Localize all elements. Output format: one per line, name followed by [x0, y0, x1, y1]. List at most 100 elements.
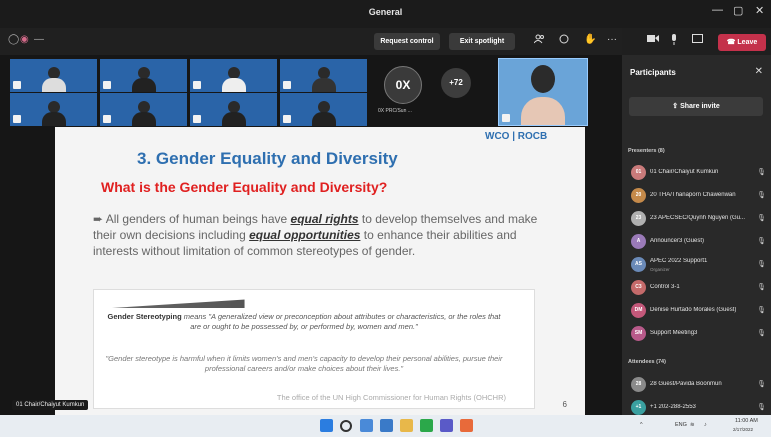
search-icon[interactable]: [340, 420, 352, 432]
video-tile[interactable]: [100, 93, 187, 126]
camera-icon[interactable]: [647, 34, 659, 46]
raise-hand-icon[interactable]: ✋: [584, 34, 596, 45]
body-text-1: All genders of human beings have: [105, 212, 291, 226]
clock-date[interactable]: 2/17/2022: [733, 427, 753, 432]
participant-body: [41, 112, 66, 126]
participant-row[interactable]: C3 Control 3-1 🎙: [628, 278, 768, 298]
participants-panel: Participants ✕ ⇪ Share invite Presenters…: [622, 55, 771, 415]
leave-button[interactable]: ☎ Leave: [718, 34, 766, 51]
pinned-speaker-tile[interactable]: [498, 58, 588, 126]
participant-avatar: SM: [631, 326, 646, 341]
start-icon[interactable]: [320, 419, 333, 432]
ox-avatar[interactable]: 0X: [384, 66, 422, 104]
mic-badge-icon: [193, 115, 201, 123]
close-icon[interactable]: ✕: [755, 4, 764, 17]
window-title: General: [368, 7, 403, 17]
record-icon: ◉: [20, 34, 29, 45]
participant-avatar: +1: [631, 400, 646, 415]
participant-name: APEC 2022 Support1: [650, 258, 708, 264]
participant-row[interactable]: 20 20 THA/Thanaporn Chawenwan 🎙: [628, 186, 768, 206]
attendees-section[interactable]: Attendees (74): [628, 359, 666, 365]
app-icon[interactable]: [460, 419, 473, 432]
language-indicator[interactable]: ENG: [675, 422, 687, 428]
participant-avatar: A: [631, 234, 646, 249]
share-invite-label: Share invite: [680, 103, 720, 110]
share-invite-button[interactable]: ⇪ Share invite: [629, 97, 763, 116]
mic-badge-icon: [283, 81, 291, 89]
slide-body: ➨ All genders of human beings have equal…: [93, 211, 543, 259]
video-tile[interactable]: [190, 59, 277, 92]
mic-muted-icon: 🎙: [757, 238, 766, 245]
presenter-name-tag: 01 Chair/Chaiyut Kumkun: [12, 400, 89, 410]
video-tile[interactable]: [10, 59, 97, 92]
mic-muted-icon: 🎙: [757, 169, 766, 176]
participant-body: [131, 78, 156, 92]
participant-body: [311, 112, 336, 126]
store-icon[interactable]: [420, 419, 433, 432]
request-control-button[interactable]: Request control: [374, 33, 440, 50]
mic-muted-icon: 🎙: [757, 192, 766, 199]
people-icon[interactable]: [533, 34, 545, 47]
participant-name: +1 202-288-2553: [650, 404, 696, 410]
volume-icon[interactable]: ♪: [704, 422, 707, 428]
minimize-icon[interactable]: —: [712, 4, 723, 16]
participant-body: [41, 78, 66, 92]
chat-icon[interactable]: [559, 34, 569, 47]
participant-row[interactable]: 28 28 Guest/Pavida Boonmun 🎙: [628, 375, 768, 395]
quote-decoration: [112, 294, 332, 308]
video-tile[interactable]: [10, 93, 97, 126]
participant-name: 28 Guest/Pavida Boonmun: [650, 381, 722, 387]
exit-spotlight-button[interactable]: Exit spotlight: [449, 33, 515, 50]
mic-icon[interactable]: [670, 34, 678, 48]
participant-body: [221, 112, 246, 126]
video-tile[interactable]: [280, 93, 367, 126]
meeting-toolbar: ◯ ◉ — Request control Exit spotlight ✋ ·…: [0, 28, 622, 55]
wco-logo: WCO | ROCB: [485, 131, 548, 142]
mic-badge-icon: [502, 114, 510, 122]
presenters-section[interactable]: Presenters (8): [628, 148, 665, 154]
mic-badge-icon: [13, 115, 21, 123]
bullet-icon: ➨: [93, 212, 106, 226]
participant-body: [131, 112, 156, 126]
phone-icon: ☎: [726, 39, 738, 46]
participant-name: Support Meeting3: [650, 330, 698, 336]
mic-badge-icon: [103, 81, 111, 89]
wifi-icon[interactable]: ≋: [690, 422, 695, 428]
file-explorer-icon[interactable]: [400, 419, 413, 432]
participant-avatar: 28: [631, 377, 646, 392]
line-icon: —: [34, 34, 44, 45]
participant-row[interactable]: AS APEC 2022 Support1 Organizer 🎙: [628, 255, 768, 275]
participant-name: Control 3-1: [650, 284, 680, 290]
more-icon[interactable]: ···: [607, 34, 617, 45]
overflow-count-button[interactable]: +72: [441, 68, 471, 98]
quote-text-1: means "A generalized view or preconcepti…: [181, 312, 501, 331]
video-tile[interactable]: [100, 59, 187, 92]
participant-name: 20 THA/Thanaporn Chawenwan: [650, 192, 736, 198]
maximize-icon[interactable]: ▢: [733, 4, 743, 17]
video-tile[interactable]: [280, 59, 367, 92]
tray-chevron-icon[interactable]: ^: [640, 422, 643, 428]
participant-row[interactable]: DM Denise Hurtado Morales (Guest) 🎙: [628, 301, 768, 321]
clock-time[interactable]: 11:00 AM: [735, 418, 758, 424]
quote-lead: Gender Stereotyping: [107, 312, 182, 321]
slide-title: 3. Gender Equality and Diversity: [137, 149, 398, 168]
panel-header: Participants: [630, 68, 676, 77]
teams-icon[interactable]: [440, 419, 453, 432]
participant-row[interactable]: 23 23 APECSEC/Quynh Nguyen (Gu... 🎙: [628, 209, 768, 229]
participant-row[interactable]: A Announcer3 (Guest) 🎙: [628, 232, 768, 252]
mic-muted-icon: 🎙: [757, 381, 766, 388]
edge-icon[interactable]: [380, 419, 393, 432]
video-tile[interactable]: [190, 93, 277, 126]
share-tray-icon[interactable]: [692, 34, 703, 46]
quote-box: Gender Stereotyping means "A generalized…: [93, 289, 535, 409]
participant-name: 01 Chair/Chaiyut Kumkun: [650, 169, 719, 175]
leave-label: Leave: [737, 39, 758, 46]
slide-page-number: 6: [562, 400, 567, 409]
participant-row[interactable]: SM Support Meeting3 🎙: [628, 324, 768, 344]
quote-harm: "Gender stereotype is harmful when it li…: [105, 354, 503, 373]
participant-name: Announcer3 (Guest): [650, 238, 705, 244]
mic-muted-icon: 🎙: [757, 261, 766, 268]
participant-row[interactable]: 01 01 Chair/Chaiyut Kumkun 🎙: [628, 163, 768, 183]
task-view-icon[interactable]: [360, 419, 373, 432]
panel-close-icon[interactable]: ✕: [755, 66, 763, 77]
